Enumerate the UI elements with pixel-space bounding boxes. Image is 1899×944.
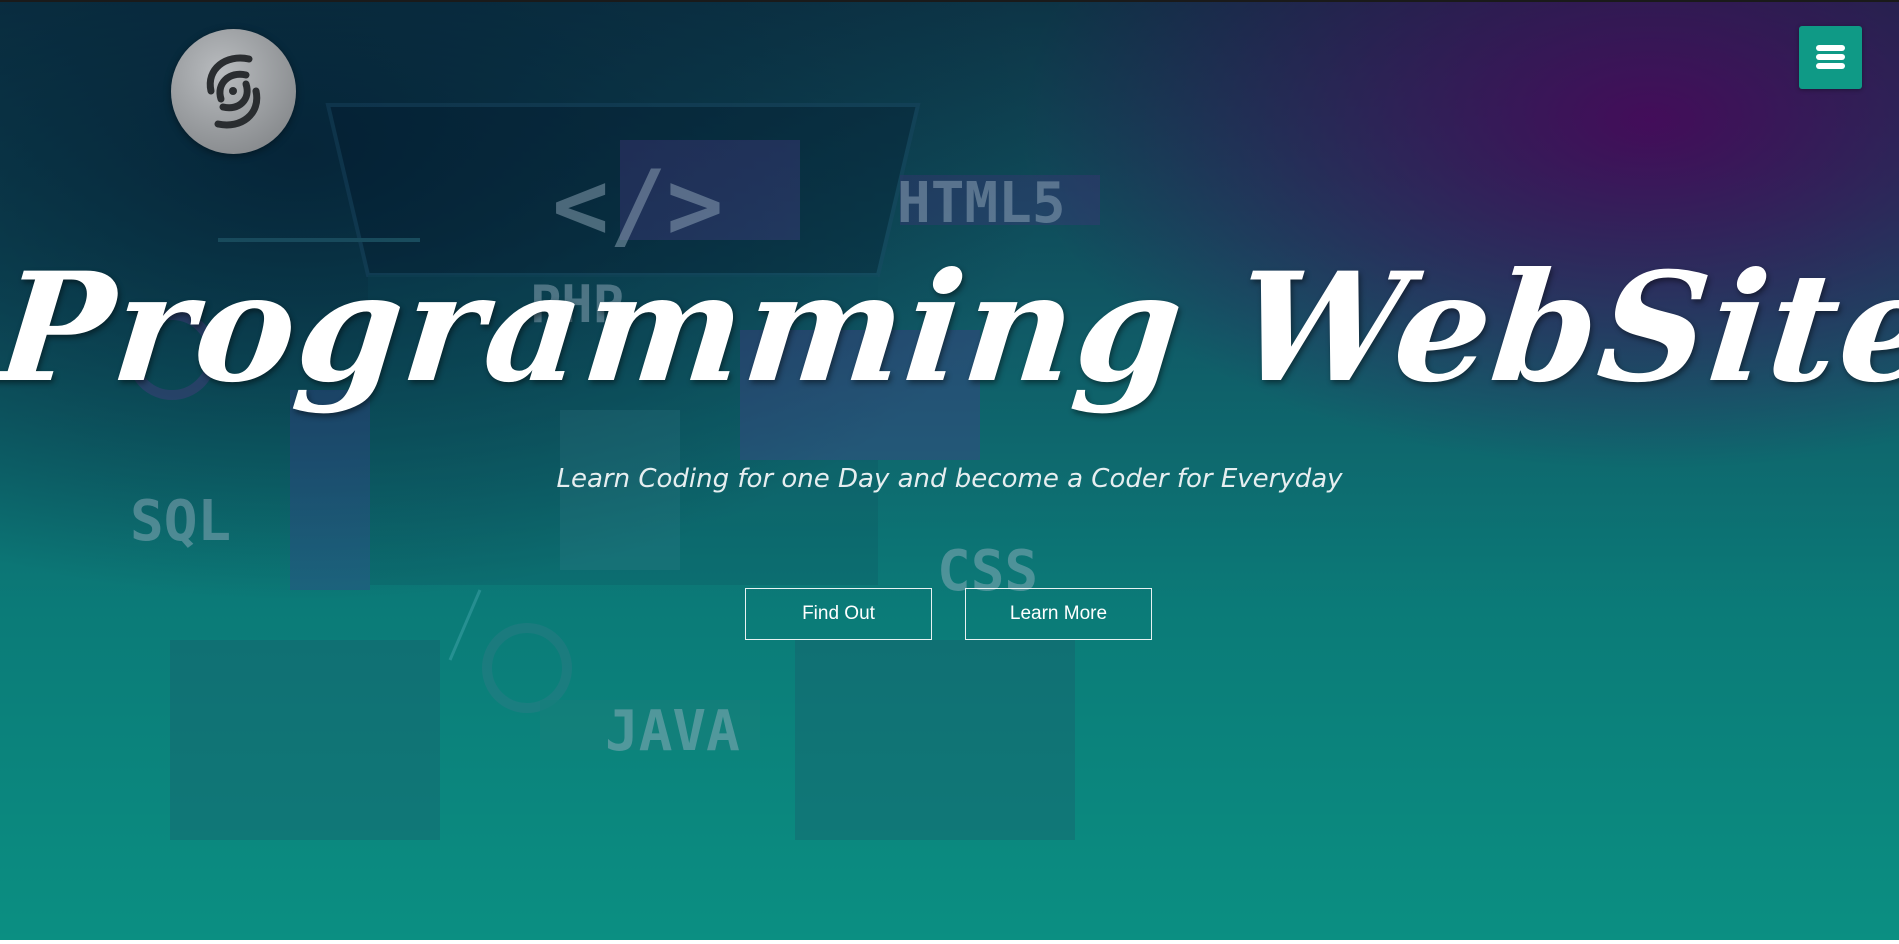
bg-label-java: JAVA [605,699,740,764]
bg-label-html5: HTML5 [897,171,1066,236]
hero-section: </> HTML5 PHP SQL CSS JAVA Programming W… [0,0,1899,940]
find-out-button[interactable]: Find Out [745,588,932,640]
hero-title: Programming WebSite [0,240,1899,416]
bg-label-sql: SQL [130,489,231,554]
learn-more-button[interactable]: Learn More [965,588,1152,640]
hamburger-menu-icon [1816,45,1845,69]
site-logo[interactable] [171,29,296,154]
top-border [0,0,1899,2]
menu-button[interactable] [1799,26,1862,89]
swirl-logo-icon [206,54,261,129]
hero-subtitle: Learn Coding for one Day and become a Co… [556,464,1343,494]
